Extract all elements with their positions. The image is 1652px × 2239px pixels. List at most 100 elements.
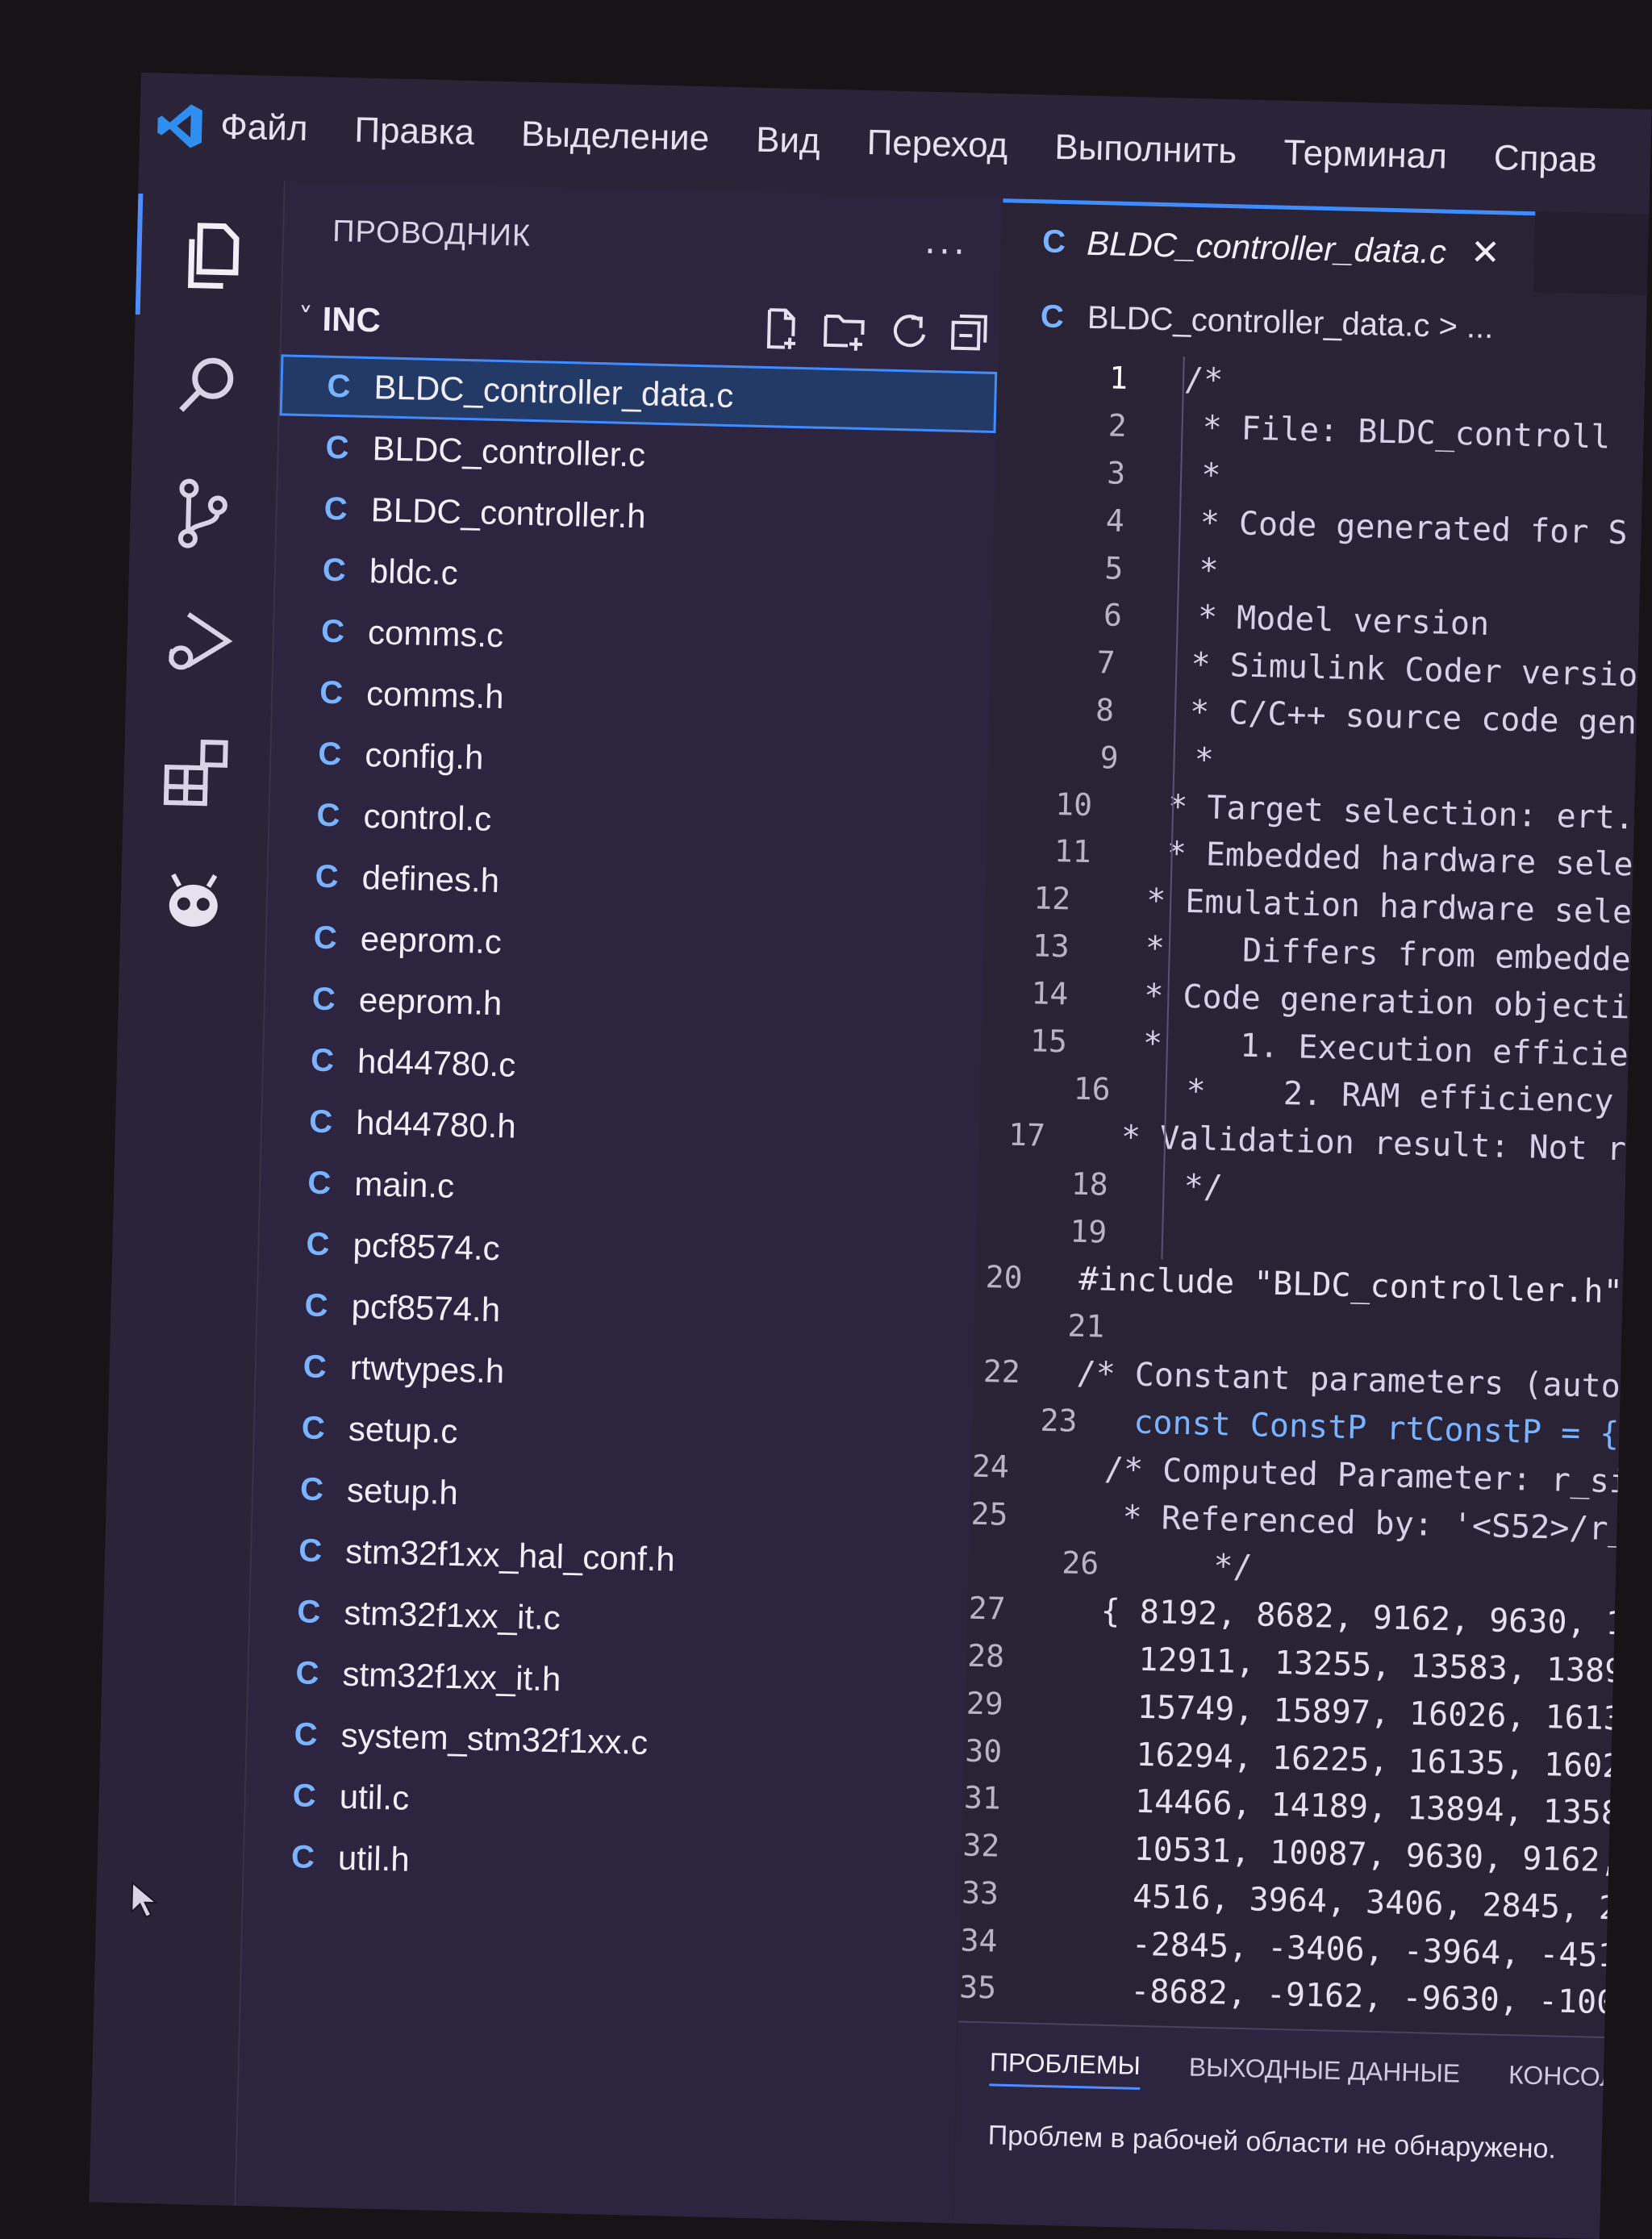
panel-tab[interactable]: КОНСОЛЬ ОТЛАД <box>1508 2060 1652 2104</box>
panel-tab[interactable]: ПРОБЛЕМЫ <box>989 2047 1141 2090</box>
file-name: stm32f1xx_it.h <box>341 1654 561 1699</box>
file-name: stm32f1xx_hal_conf.h <box>344 1532 676 1578</box>
file-name: stm32f1xx_it.c <box>343 1593 561 1637</box>
platformio-icon[interactable] <box>119 839 268 963</box>
code-text: * Model version <box>1178 598 1490 644</box>
folder-name: INC <box>322 299 382 340</box>
menu-edit[interactable]: Правка <box>354 110 475 153</box>
c-file-icon: C <box>307 1164 332 1201</box>
c-file-icon: C <box>322 552 347 588</box>
menu-help[interactable]: Справ <box>1493 138 1597 181</box>
extensions-icon[interactable] <box>123 710 271 834</box>
menu-terminal[interactable]: Терминал <box>1283 133 1448 177</box>
c-file-icon: C <box>1040 298 1065 335</box>
line-number: 9 <box>1099 740 1120 776</box>
file-name: comms.c <box>367 613 504 655</box>
vscode-window: Файл Правка Выделение Вид Переход Выполн… <box>89 73 1652 2239</box>
line-number: 16 <box>1073 1070 1112 1108</box>
file-name: BLDC_controller.c <box>372 429 646 474</box>
menu-file[interactable]: Файл <box>220 106 308 149</box>
collapse-all-icon[interactable] <box>948 311 992 359</box>
breadcrumb[interactable]: C BLDC_controller_data.c > ... <box>1040 288 1494 356</box>
vscode-logo-icon <box>139 73 222 179</box>
breadcrumb-text: BLDC_controller_data.c > ... <box>1087 299 1494 345</box>
line-number: 10 <box>1054 786 1093 823</box>
file-name: config.h <box>364 736 485 777</box>
run-debug-icon[interactable] <box>126 581 274 705</box>
line-number: 14 <box>1031 975 1069 1012</box>
c-file-icon: C <box>1041 223 1066 261</box>
explorer-title: ПРОВОДНИК <box>332 214 532 253</box>
file-name: pcf8574.c <box>352 1225 501 1268</box>
file-name: defines.h <box>361 857 500 900</box>
line-number: 25 <box>970 1495 1008 1532</box>
line-number: 2 <box>1108 407 1128 444</box>
c-file-icon: C <box>294 1716 319 1753</box>
file-name: setup.h <box>346 1470 459 1512</box>
c-file-icon: C <box>313 919 338 956</box>
file-name: BLDC_controller_data.c <box>373 368 734 415</box>
new-folder-icon[interactable] <box>822 308 870 356</box>
refresh-icon[interactable] <box>886 310 931 357</box>
code-editor[interactable]: 1 /* 2 * File: BLDC_controll 3 * 4 * Code ge… <box>959 352 1646 2028</box>
line-number: 22 <box>982 1353 1021 1391</box>
code-text: * File: BLDC_controll <box>1183 408 1611 457</box>
line-number: 19 <box>1069 1213 1108 1250</box>
close-icon[interactable]: ✕ <box>1470 231 1500 273</box>
code-text: */ <box>1154 1546 1254 1586</box>
c-file-icon: C <box>304 1286 329 1324</box>
file-name: comms.h <box>365 674 505 716</box>
line-number: 7 <box>1096 644 1116 681</box>
menu-selection[interactable]: Выделение <box>520 115 710 160</box>
line-number: 23 <box>1040 1402 1078 1439</box>
code-text: */ <box>1164 1167 1224 1207</box>
panel-tabs: ПРОБЛЕМЫ ВЫХОДНЫЕ ДАННЫЕ КОНСОЛЬ ОТЛАД <box>989 2047 1651 2103</box>
menu-go[interactable]: Переход <box>866 123 1008 166</box>
code-text: -8682, -9162, -9630, -10087, <box>1052 1970 1646 2024</box>
c-file-icon: C <box>301 1409 326 1446</box>
c-file-icon: C <box>295 1654 320 1691</box>
menu-run[interactable]: Выполнить <box>1054 127 1237 173</box>
c-file-icon: C <box>317 736 342 772</box>
line-number: 1 <box>1108 360 1128 397</box>
line-number: 34 <box>960 1922 999 1959</box>
line-number: 4 <box>1105 502 1125 539</box>
c-file-icon: C <box>311 981 336 1017</box>
search-icon[interactable] <box>132 323 281 447</box>
tab-bldc-controller-data[interactable]: C BLDC_controller_data.c ✕ <box>1001 198 1536 293</box>
line-number: 12 <box>1032 880 1071 917</box>
tab-strip: C BLDC_controller_data.c ✕ <box>1001 198 1650 295</box>
explorer-icon[interactable] <box>135 193 284 319</box>
code-text: * Target selection: ert. <box>1148 787 1635 837</box>
file-name: bldc.c <box>369 552 459 592</box>
c-file-icon: C <box>302 1348 327 1385</box>
line-number: 17 <box>1007 1116 1046 1153</box>
menu-view[interactable]: Вид <box>756 120 821 162</box>
line-number: 27 <box>968 1590 1007 1627</box>
code-text: * Referenced by: '<S52>/r_ <box>1063 1497 1629 1549</box>
line-number: 5 <box>1103 549 1124 586</box>
file-name: control.c <box>362 797 492 838</box>
file-name: util.h <box>337 1838 411 1878</box>
line-number: 20 <box>985 1258 1024 1295</box>
code-text: * 1. Execution efficie <box>1123 1024 1629 1074</box>
line-number: 24 <box>971 1448 1010 1485</box>
c-file-icon: C <box>298 1532 323 1569</box>
new-file-icon[interactable] <box>761 306 805 354</box>
line-number: 11 <box>1053 833 1092 870</box>
code-text: * Simulink Coder versio <box>1170 645 1638 694</box>
line-number: 26 <box>1061 1545 1099 1582</box>
folder-header[interactable]: ˅ INC <box>290 290 992 364</box>
code-text: * <box>1181 456 1221 494</box>
file-name: hd44780.c <box>357 1041 516 1084</box>
c-file-icon: C <box>323 490 348 527</box>
line-number: 21 <box>1067 1307 1105 1345</box>
panel-tab[interactable]: ВЫХОДНЫЕ ДАННЫЕ <box>1188 2052 1460 2097</box>
code-text: /* Constant parameters (auto <box>1076 1354 1621 1406</box>
more-actions-button[interactable]: ... <box>924 221 969 263</box>
code-text: * Embedded hardware sele <box>1147 835 1634 884</box>
code-text: * Validation result: Not r <box>1101 1118 1627 1169</box>
file-name: rtwtypes.h <box>349 1348 505 1391</box>
code-text: * <box>1174 740 1215 779</box>
source-control-icon[interactable] <box>129 452 277 576</box>
